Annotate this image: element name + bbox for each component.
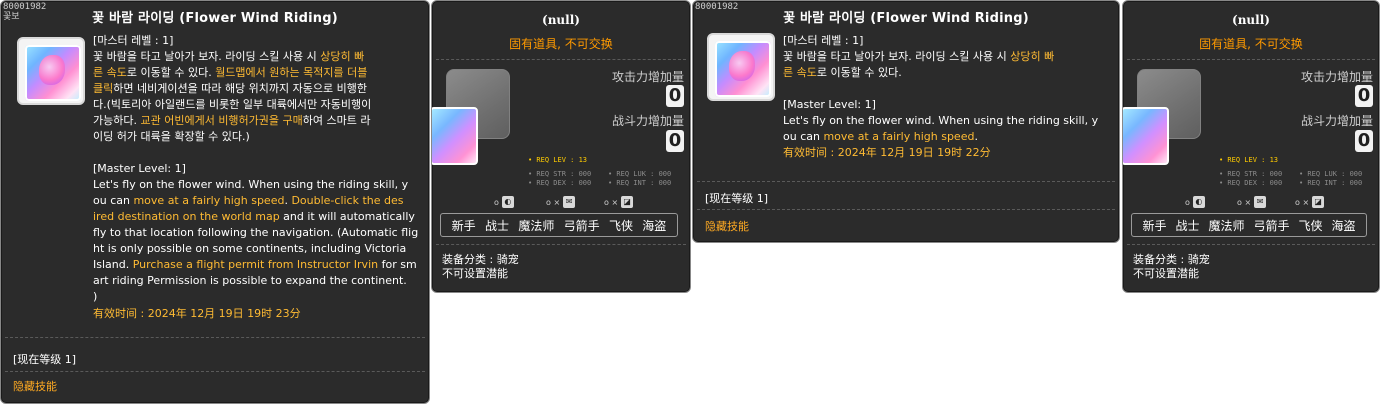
- untradeable-notice: 固有道具, 不可交换: [1199, 37, 1303, 51]
- skill-tooltip-panel-2: 80001982 꽃 바람 라이딩 (Flower Wind Riding) […: [692, 0, 1120, 243]
- req-luk: • REQ LUK : 000: [1299, 170, 1363, 178]
- req-int: • REQ INT : 000: [1299, 179, 1363, 187]
- skill-description-korean: [마스터 레벨 : 1] 꽃 바람을 타고 날아가 보자. 라이딩 스킬 사용 …: [93, 34, 372, 143]
- job-bowman: 弓箭手: [1253, 218, 1290, 233]
- divider: [436, 59, 686, 60]
- shield-icon: ◪: [621, 196, 634, 208]
- req-level: • REQ LEV : 13: [1219, 156, 1279, 164]
- req-str: • REQ STR : 000: [1219, 170, 1283, 178]
- rune-icon: ◐: [501, 196, 514, 208]
- req-level: • REQ LEV : 13: [528, 156, 588, 164]
- item-tooltip-panel-a: (null) 固有道具, 不可交换 攻击力增加量 0 战斗力增加量 0 • RE…: [431, 0, 691, 293]
- badge-icon: ✉: [1254, 196, 1267, 208]
- attack-increase-value: 0: [666, 85, 684, 107]
- skill-icon-frame: [17, 37, 85, 105]
- req-dex: • REQ DEX : 000: [1219, 179, 1283, 187]
- job-pirate: 海盗: [1331, 218, 1356, 233]
- flower-wind-riding-icon: [25, 45, 81, 101]
- current-level: [现在等级 1]: [705, 192, 769, 205]
- no-potential-notice: 不可设置潜能: [442, 267, 508, 280]
- job-magician: 魔法师: [1208, 218, 1245, 233]
- skill-description-english: [Master Level: 1] Let's fly on the flowe…: [93, 162, 419, 303]
- item-tooltip-panel-b: (null) 固有道具, 不可交换 攻击力增加量 0 战斗力增加量 0 • RE…: [1122, 0, 1380, 293]
- skill-tooltip-panel-1: 80001982 꽃보 꽃 바람 라이딩 (Flower Wind Riding…: [0, 0, 430, 404]
- skill-title: 꽃 바람 라이딩 (Flower Wind Riding): [92, 11, 338, 26]
- divider: [5, 337, 425, 338]
- combat-increase-value: 0: [1355, 130, 1373, 152]
- job-thief: 飞侠: [1298, 218, 1323, 233]
- badge-icon: ✉: [563, 196, 576, 208]
- job-beginner: 新手: [1142, 218, 1167, 233]
- job-beginner: 新手: [451, 218, 476, 233]
- shield-icon: ◪: [1312, 196, 1325, 208]
- job-restrictions: 新手 战士 魔法师 弓箭手 飞侠 海盗: [1131, 213, 1367, 237]
- flower-wind-riding-icon: [432, 107, 478, 165]
- equip-category: 装备分类 : 骑宠: [442, 253, 519, 266]
- combat-increase-label: 战斗力增加量: [611, 114, 684, 128]
- job-bowman: 弓箭手: [563, 218, 600, 233]
- requirement-icons: o ◐ o × ✉ o × ◪: [494, 196, 674, 210]
- job-restrictions: 新手 战士 魔法师 弓箭手 飞侠 海盗: [440, 213, 678, 237]
- item-name: (null): [1232, 13, 1270, 27]
- skill-description-korean: [마스터 레벨 : 1] 꽃 바람을 타고 날아가 보자. 라이딩 스킬 사용 …: [783, 34, 1055, 79]
- job-warrior: 战士: [484, 218, 509, 233]
- current-level: [现在等级 1]: [13, 353, 77, 366]
- divider: [1127, 244, 1375, 245]
- attack-increase-value: 0: [1355, 85, 1373, 107]
- untradeable-notice: 固有道具, 不可交换: [509, 37, 613, 51]
- req-dex: • REQ DEX : 000: [528, 179, 592, 187]
- skill-title: 꽃 바람 라이딩 (Flower Wind Riding): [783, 11, 1029, 26]
- equip-category: 装备分类 : 骑宠: [1133, 253, 1210, 266]
- item-name: (null): [542, 13, 580, 27]
- skill-icon-frame: [707, 33, 775, 101]
- expire-time: 有效时间 : 2024年 12月 19日 19时 22分: [783, 146, 991, 159]
- skill-description-english: [Master Level: 1] Let's fly on the flowe…: [783, 97, 1113, 161]
- attack-increase-label: 攻击力增加量: [1300, 70, 1373, 84]
- combat-increase-value: 0: [666, 130, 684, 152]
- req-str: • REQ STR : 000: [528, 170, 592, 178]
- divider: [697, 209, 1115, 210]
- combat-increase-label: 战斗力增加量: [1300, 114, 1373, 128]
- divider: [697, 181, 1115, 182]
- rune-icon: ◐: [1192, 196, 1205, 208]
- no-potential-notice: 不可设置潜能: [1133, 267, 1199, 280]
- job-pirate: 海盗: [642, 218, 667, 233]
- flower-wind-riding-icon: [715, 41, 771, 97]
- req-luk: • REQ LUK : 000: [608, 170, 672, 178]
- divider: [436, 244, 686, 245]
- req-int: • REQ INT : 000: [608, 179, 672, 187]
- job-magician: 魔法师: [518, 218, 555, 233]
- hidden-skill-label: 隐藏技能: [705, 220, 749, 233]
- divider: [1127, 59, 1375, 60]
- hidden-skill-label: 隐藏技能: [13, 380, 57, 393]
- divider: [5, 371, 425, 372]
- requirement-icons: o ◐ o × ✉ o × ◪: [1185, 196, 1365, 210]
- expire-time: 有效时间 : 2024年 12月 19日 19时 23分: [93, 307, 301, 320]
- job-thief: 飞侠: [608, 218, 633, 233]
- flower-wind-riding-icon: [1123, 107, 1169, 165]
- job-warrior: 战士: [1175, 218, 1200, 233]
- attack-increase-label: 攻击力增加量: [611, 70, 684, 84]
